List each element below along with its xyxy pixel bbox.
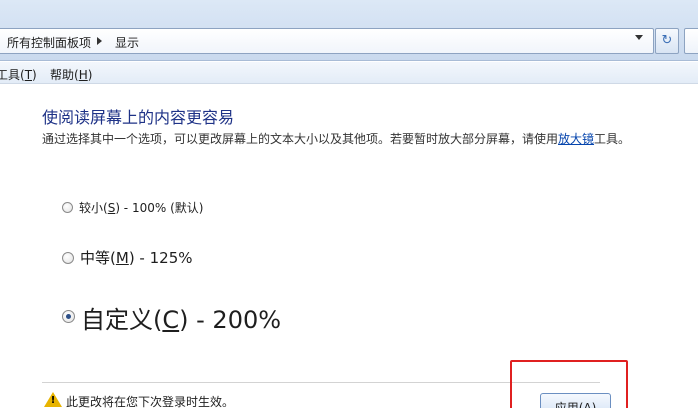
menu-help-hotkey: H <box>78 68 88 82</box>
refresh-button[interactable]: ↻ <box>655 28 679 54</box>
option-custom-post: ) - 200% <box>179 306 282 334</box>
magnifier-link[interactable]: 放大镜 <box>558 132 594 146</box>
description-text-end: 工具。 <box>594 132 631 146</box>
option-custom-pre: 自定义( <box>81 306 163 334</box>
divider <box>42 382 600 383</box>
breadcrumb-separator-icon[interactable] <box>97 37 102 45</box>
breadcrumb-display[interactable]: 显示 <box>115 34 139 51</box>
address-bar-area: 所有控制面板项 显示 ↻ <box>0 0 698 61</box>
radio-smaller[interactable] <box>62 202 73 213</box>
refresh-icon: ↻ <box>661 33 673 48</box>
option-smaller-post: ) - 100% (默认) <box>115 201 204 215</box>
option-medium-post: ) - 125% <box>128 249 193 267</box>
option-custom-hotkey: C <box>162 306 180 334</box>
description: 通过选择其中一个选项，可以更改屏幕上的文本大小以及其他项。若要暂时放大部分屏幕，… <box>42 130 642 148</box>
menu-tools-suffix: ) <box>32 68 37 82</box>
menu-help-label: 帮助( <box>50 68 79 82</box>
radio-medium[interactable] <box>62 252 74 264</box>
logon-notice: 此更改将在您下次登录时生效。 <box>66 395 235 408</box>
option-smaller-pre: 较小( <box>79 201 108 215</box>
search-box[interactable] <box>684 28 698 54</box>
menu-help-suffix: ) <box>87 68 93 82</box>
menu-tools-hotkey: T <box>24 68 33 82</box>
menu-bar: 工具(T) 帮助(H) <box>0 62 698 84</box>
menu-help[interactable]: 帮助(H) <box>50 66 92 83</box>
address-dropdown-icon[interactable] <box>635 35 643 40</box>
page-title: 使阅读屏幕上的内容更容易 <box>42 108 235 127</box>
warning-icon-mark: ! <box>50 395 56 406</box>
address-bar[interactable]: 所有控制面板项 显示 <box>0 28 654 54</box>
option-medium[interactable]: 中等(M) - 125% <box>62 247 193 268</box>
option-smaller[interactable]: 较小(S) - 100% (默认) <box>62 199 203 216</box>
option-medium-pre: 中等( <box>80 249 116 267</box>
menu-tools[interactable]: 工具(T) <box>0 66 37 83</box>
radio-custom[interactable] <box>62 310 75 323</box>
option-medium-hotkey: M <box>115 249 129 267</box>
breadcrumb-control-panel-items[interactable]: 所有控制面板项 <box>7 34 91 51</box>
description-text: 通过选择其中一个选项，可以更改屏幕上的文本大小以及其他项。若要暂时放大部分屏幕，… <box>42 132 559 146</box>
menu-tools-label: 工具( <box>0 68 25 82</box>
option-custom[interactable]: 自定义(C) - 200% <box>62 300 281 335</box>
apply-button[interactable]: 应用(A) <box>540 393 611 408</box>
